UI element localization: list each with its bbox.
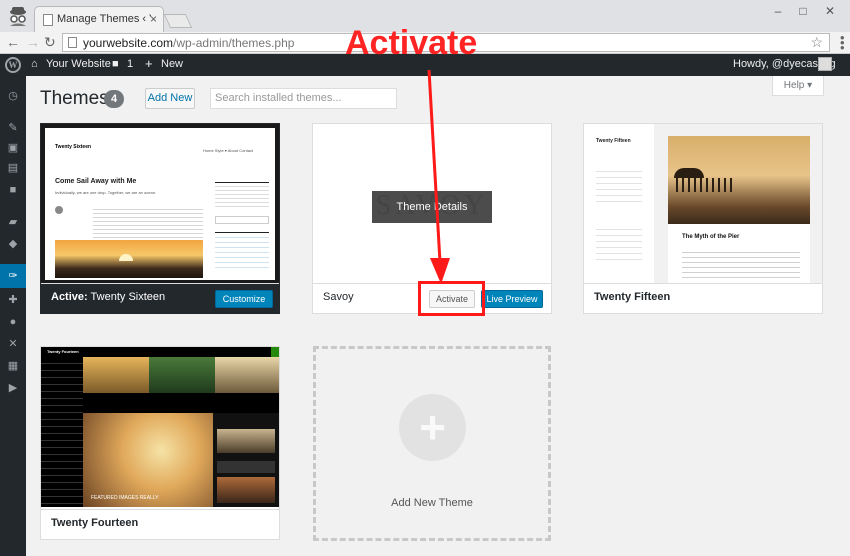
plus-icon: + (399, 394, 466, 461)
annotation-label: Activate (345, 24, 478, 62)
appearance-icon[interactable]: ✑ (0, 264, 26, 288)
search-themes-input[interactable]: Search installed themes... (210, 88, 397, 109)
comments-count[interactable]: 1 (127, 58, 133, 70)
preview-avatar (55, 206, 63, 214)
collapse-menu-icon[interactable]: ▶ (6, 382, 20, 394)
browser-tab[interactable]: Manage Themes ‹ Your W × (34, 6, 164, 32)
theme-footer: Twenty Fifteen (584, 283, 822, 313)
preview-sunset-image (55, 240, 203, 278)
admin-sidebar: ◷ ✎ ▣ ▤ ■ ▰ ◆ ✑ ✚ ● ✕ ▦ ▶ (0, 76, 26, 556)
preview-headline: Come Sail Away with Me (55, 178, 137, 185)
close-window-icon[interactable]: ✕ (818, 4, 842, 18)
home-icon[interactable]: ⌂ (31, 58, 38, 70)
woo-icon[interactable]: ▰ (6, 216, 20, 228)
plugins-icon[interactable]: ✚ (6, 294, 20, 306)
site-name-link[interactable]: Your Website (46, 58, 111, 70)
preview-header: Twenty Fourteen (41, 347, 279, 357)
preview-left-menu (41, 357, 83, 507)
maximize-icon[interactable]: □ (791, 4, 815, 18)
page-title: Themes (40, 88, 109, 109)
theme-name: Twenty Fifteen (594, 291, 671, 303)
theme-details-overlay[interactable]: Theme Details (372, 191, 492, 223)
url-text: yourwebsite.com/wp-admin/themes.php (83, 36, 295, 50)
comments-icon[interactable]: ■ (6, 184, 20, 196)
theme-screenshot[interactable]: Twenty Fifteen The Myth of the Pier (584, 124, 822, 284)
media-icon[interactable]: ▣ (6, 142, 20, 154)
preview-sidebar (215, 182, 269, 208)
help-tab[interactable]: Help ▾ (772, 76, 824, 96)
theme-name: Savoy (323, 291, 354, 303)
theme-card-twenty-fourteen[interactable]: Twenty Fourteen FEATURED IMAGES REALLY T… (40, 346, 280, 540)
add-new-theme-card[interactable]: + Add New Theme (313, 346, 551, 541)
avatar[interactable] (818, 57, 832, 71)
theme-screenshot[interactable]: Twenty Sixteen Home Style ▾ About Contac… (41, 124, 279, 284)
tools-icon[interactable]: ✕ (6, 338, 20, 350)
preview-featured-image: FEATURED IMAGES REALLY (83, 413, 213, 507)
settings-icon[interactable]: ▦ (6, 360, 20, 372)
back-icon[interactable]: ← (6, 34, 20, 50)
theme-count-badge: 4 (104, 90, 124, 108)
minimize-icon[interactable]: – (766, 4, 790, 18)
browser-menu-icon[interactable]: • • • (840, 31, 845, 54)
preview-menu: Home Style ▾ About Contact (203, 148, 254, 153)
preview-site-title: Twenty Fifteen (596, 138, 631, 144)
tab-close-icon[interactable]: × (150, 12, 157, 26)
theme-footer: Twenty Fourteen (41, 509, 279, 539)
users-icon[interactable]: ● (6, 316, 20, 328)
posts-pin-icon[interactable]: ✎ (6, 122, 20, 134)
page-icon (43, 14, 53, 26)
forward-icon[interactable]: → (26, 34, 40, 50)
preview-search (215, 216, 269, 224)
preview-widget (215, 232, 269, 272)
preview-sidebar: Twenty Fifteen (584, 124, 654, 284)
preview-body-text (93, 206, 203, 238)
live-preview-button[interactable]: Live Preview (481, 290, 543, 308)
dashboard-icon[interactable]: ◷ (6, 90, 20, 102)
tab-title: Manage Themes ‹ Your W (57, 13, 151, 25)
wordpress-logo-icon[interactable]: W (5, 57, 21, 73)
theme-screenshot[interactable]: Twenty Fourteen FEATURED IMAGES REALLY (41, 347, 279, 507)
theme-footer: Active: Twenty Sixteen Customize (41, 283, 279, 313)
preview-article: The Myth of the Pier (668, 224, 810, 284)
preview-headline: The Myth of the Pier (682, 234, 740, 240)
new-link[interactable]: New (161, 58, 183, 70)
bookmark-star-icon[interactable]: ☆ (810, 34, 823, 51)
customize-button[interactable]: Customize (215, 290, 273, 308)
incognito-icon (10, 7, 26, 26)
preview-site-title: Twenty Sixteen (55, 144, 92, 150)
reload-icon[interactable]: ↻ (44, 34, 56, 51)
theme-card-twenty-fifteen[interactable]: Twenty Fifteen The Myth of the Pier Twen… (583, 123, 823, 314)
theme-name: Active: Twenty Sixteen (51, 291, 166, 303)
theme-card-twenty-sixteen[interactable]: Twenty Sixteen Home Style ▾ About Contac… (40, 123, 280, 314)
twenty-sixteen-preview: Twenty Sixteen Home Style ▾ About Contac… (45, 128, 275, 280)
new-tab-button[interactable] (163, 14, 193, 28)
add-new-button[interactable]: Add New (145, 88, 195, 109)
preview-tagline: Individually, we are one drop. Together,… (55, 190, 157, 195)
pages-icon[interactable]: ▤ (6, 162, 20, 174)
theme-name: Twenty Fourteen (51, 517, 139, 529)
page-icon (68, 37, 77, 48)
plus-icon[interactable]: + (145, 56, 153, 71)
preview-pier-image (668, 136, 810, 224)
products-icon[interactable]: ◆ (6, 238, 20, 250)
theme-screenshot[interactable]: SAVOY Theme Details (313, 124, 551, 284)
add-new-theme-label: Add New Theme (391, 497, 473, 509)
comment-icon[interactable]: ■ (112, 58, 119, 70)
annotation-highlight-box (418, 281, 485, 316)
